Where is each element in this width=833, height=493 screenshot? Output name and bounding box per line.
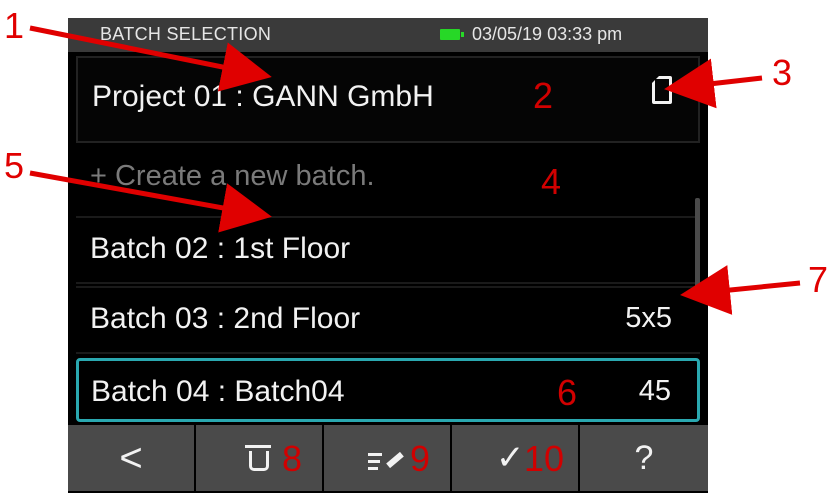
- annotation-1: 1: [4, 5, 25, 46]
- annotation-5: 5: [4, 145, 25, 186]
- annotation-7: 7: [808, 259, 829, 300]
- annotation-arrows: [29, 25, 801, 315]
- annotation-3: 3: [772, 52, 793, 93]
